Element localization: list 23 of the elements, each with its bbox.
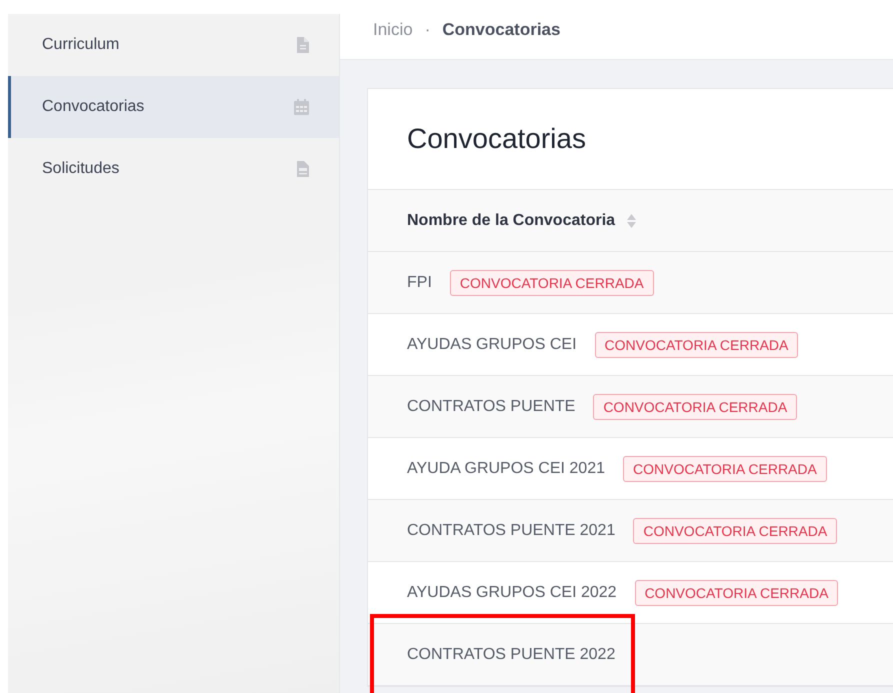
- status-badge: CONVOCATORIA CERRADA: [633, 518, 838, 544]
- table-cell: AYUDA GRUPOS CEI 2021: [407, 460, 605, 478]
- document-icon: [297, 37, 309, 53]
- table-cell: AYUDAS GRUPOS CEI 2022: [407, 584, 617, 602]
- breadcrumb-current: Convocatorias: [442, 20, 560, 40]
- table-cell: FPI: [407, 274, 432, 292]
- status-badge: CONVOCATORIA CERRADA: [623, 456, 827, 482]
- table-cell: CONTRATOS PUENTE: [407, 398, 576, 416]
- table-cell: AYUDAS GRUPOS CEI: [407, 336, 577, 354]
- sort-icon[interactable]: [627, 212, 636, 228]
- table-cell: CONTRATOS PUENTE 2021: [407, 522, 616, 540]
- calendar-icon: [294, 99, 309, 115]
- sidebar-item[interactable]: Convocatorias: [8, 76, 339, 138]
- form-icon: [297, 161, 309, 177]
- status-badge: CONVOCATORIA CERRADA: [594, 332, 798, 358]
- status-badge: CONVOCATORIA CERRADA: [634, 580, 838, 606]
- sidebar-item[interactable]: Curriculum: [8, 14, 339, 76]
- breadcrumb-separator: ·: [424, 20, 430, 40]
- table-cell: CONTRATOS PUENTE 2022: [407, 646, 616, 664]
- column-header[interactable]: Nombre de la Convocatoria: [368, 190, 893, 252]
- sidebar-item[interactable]: Solicitudes: [8, 138, 339, 200]
- status-badge: CONVOCATORIA CERRADA: [593, 394, 798, 420]
- status-badge: CONVOCATORIA CERRADA: [450, 270, 654, 296]
